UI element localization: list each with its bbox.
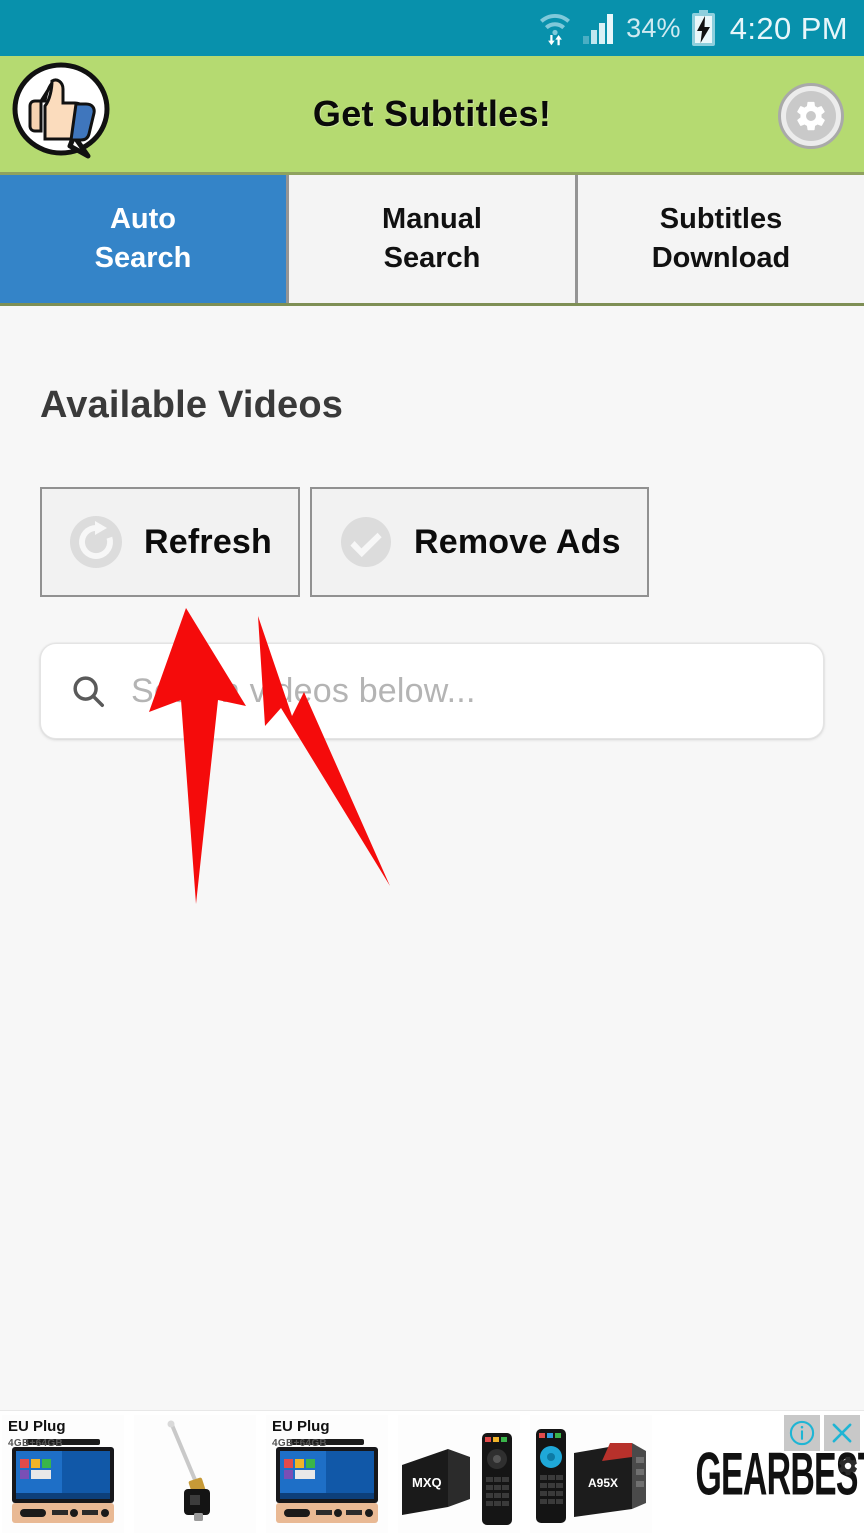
ad-product-image[interactable]: A95X [528,1412,654,1535]
search-input-placeholder[interactable]: Search videos below... [131,672,476,711]
tab-label-line1: Manual [382,203,482,236]
ad-controls [784,1415,860,1451]
ad-banner[interactable]: EU Plug 4GB+64GB EU Plug 4GB+64GB MXQ A9… [0,1410,864,1536]
battery-charging-icon [691,10,716,46]
refresh-icon [68,514,124,570]
ad-product-image[interactable]: EU Plug 4GB+64GB [0,1412,126,1535]
refresh-button[interactable]: Refresh [40,487,301,597]
check-circle-icon [338,514,394,570]
wifi-transfer-icon [538,10,572,46]
main-content: Available Videos Refresh Remove Ads Sear… [0,384,864,739]
clock-label: 4:20 PM [729,10,848,46]
ad-info-button[interactable] [784,1415,820,1451]
section-title: Available Videos [40,384,344,426]
app-screen: 34% 4:20 PM Get Subtitles! Auto Search M… [0,0,864,1536]
tab-label-line2: Search [383,242,481,274]
tab-label-line2: Download [651,242,791,274]
tab-auto-search[interactable]: Auto Search [0,175,289,303]
remove-ads-button-label: Remove Ads [414,522,621,561]
search-icon [69,672,107,710]
settings-button[interactable] [778,83,844,149]
tab-manual-search[interactable]: Manual Search [289,175,578,303]
remove-ads-button[interactable]: Remove Ads [310,487,649,597]
tab-label-line1: Subtitles [659,203,783,236]
cellular-signal-icon [582,11,616,45]
app-bar: Get Subtitles! [0,56,864,175]
ad-product-tag: EU Plug 4GB+64GB [272,1417,330,1450]
battery-percent-label: 34% [626,12,681,43]
svg-text:A95X: A95X [588,1476,618,1490]
ad-product-image[interactable]: EU Plug 4GB+64GB [264,1412,390,1535]
gear-icon [786,91,836,141]
ad-close-button[interactable] [824,1415,860,1451]
ad-product-image[interactable] [132,1412,258,1535]
tab-bar: Auto Search Manual Search Subtitles Down… [0,175,864,306]
action-button-row: Refresh Remove Ads [40,487,824,597]
ad-product-tag: EU Plug 4GB+64GB [8,1417,66,1450]
status-bar: 34% 4:20 PM [0,0,864,56]
ad-product-image[interactable]: MXQ [396,1412,522,1535]
svg-text:MXQ: MXQ [412,1475,442,1490]
thumbs-up-speech-bubble-icon [8,60,114,168]
refresh-button-label: Refresh [144,522,273,561]
gear-icon [837,1455,859,1482]
search-bar[interactable]: Search videos below... [40,643,824,739]
tab-label-line1: Auto [109,203,177,236]
tab-label-line2: Search [94,242,192,274]
tab-subtitles-download[interactable]: Subtitles Download [578,175,864,303]
page-title: Get Subtitles! [312,93,552,134]
